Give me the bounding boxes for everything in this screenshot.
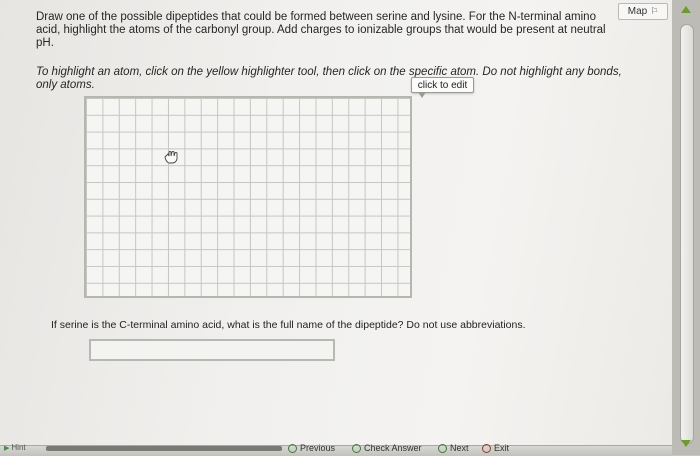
question-text: Draw one of the possible dipeptides that… xyxy=(36,11,606,49)
exit-icon xyxy=(482,443,491,453)
map-label: Map xyxy=(627,6,648,17)
click-to-edit-tooltip[interactable]: click to edit xyxy=(411,77,474,98)
previous-icon xyxy=(288,443,297,453)
vertical-scrollbar[interactable] xyxy=(672,0,700,455)
scroll-thumb[interactable] xyxy=(680,24,694,444)
signpost-icon: ⚐ xyxy=(650,6,659,16)
drawing-canvas[interactable] xyxy=(84,96,412,298)
hint-arrow-icon: ▶ xyxy=(4,444,10,452)
scroll-up-icon[interactable] xyxy=(681,6,691,13)
hand-pointer-icon xyxy=(164,151,178,164)
previous-label: Previous xyxy=(300,443,336,453)
next-button[interactable]: Next xyxy=(438,443,469,453)
progress-track xyxy=(46,446,282,451)
map-button[interactable]: Map ⚐ xyxy=(618,3,668,20)
dipeptide-name-input[interactable] xyxy=(89,339,335,361)
exit-button[interactable]: Exit xyxy=(482,443,509,453)
next-icon xyxy=(438,443,447,453)
scroll-down-icon[interactable] xyxy=(681,440,691,447)
hint-button[interactable]: ▶ Hint xyxy=(4,443,26,452)
instruction-text: To highlight an atom, click on the yello… xyxy=(36,66,622,91)
hint-label: Hint xyxy=(11,443,26,452)
check-icon xyxy=(352,443,361,453)
next-label: Next xyxy=(450,443,469,453)
dipeptide-name-question: If serine is the C-terminal amino acid, … xyxy=(51,319,526,331)
check-answer-label: Check Answer xyxy=(364,443,422,453)
exit-label: Exit xyxy=(494,443,510,453)
question-page: Draw one of the possible dipeptides that… xyxy=(0,0,672,456)
previous-button[interactable]: Previous xyxy=(288,443,335,453)
check-answer-button[interactable]: Check Answer xyxy=(352,443,422,453)
